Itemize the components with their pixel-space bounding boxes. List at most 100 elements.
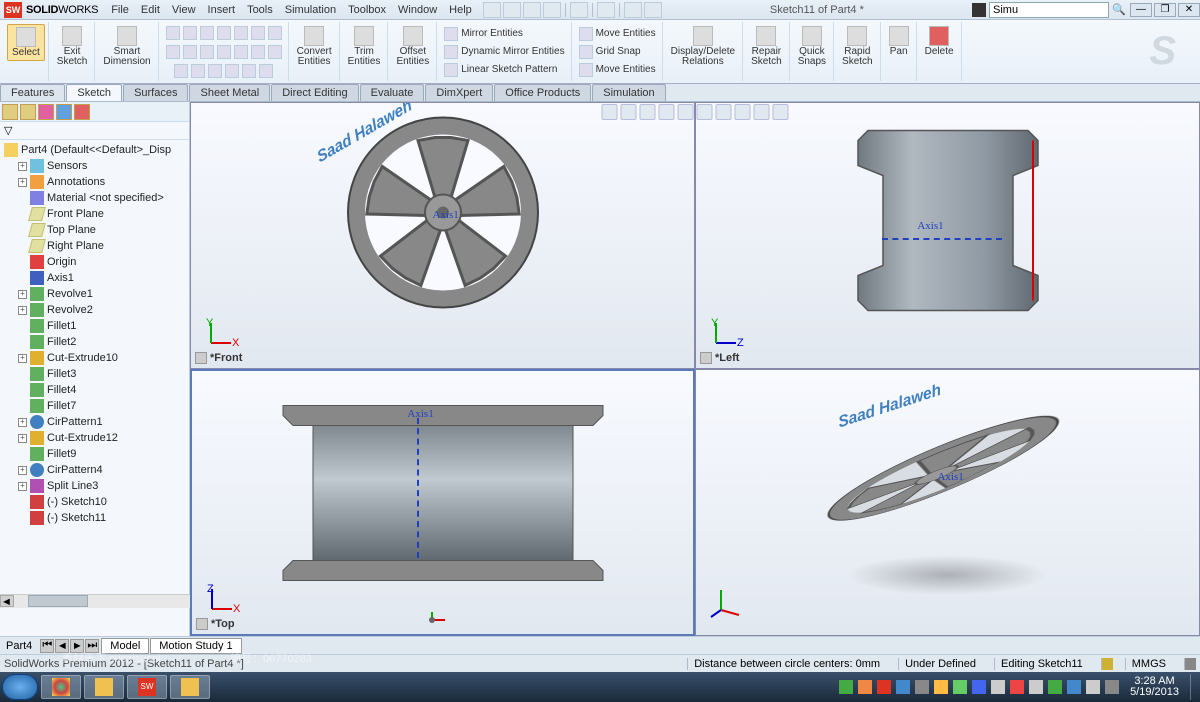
circle-icon[interactable] (183, 26, 197, 40)
slot-icon[interactable] (234, 26, 248, 40)
tray-icon[interactable] (877, 680, 891, 694)
task-music[interactable] (170, 675, 210, 699)
tray-battery-icon[interactable] (1086, 680, 1100, 694)
tree-sensors[interactable]: +Sensors (0, 158, 189, 174)
tray-icon[interactable] (991, 680, 1005, 694)
tab-sketch[interactable]: Sketch (66, 84, 122, 101)
scene-icon[interactable] (754, 104, 770, 120)
display-relations-button[interactable]: Display/Delete Relations (667, 24, 739, 69)
tree-sketch11[interactable]: (-) Sketch11 (0, 510, 189, 526)
spline-icon[interactable] (166, 45, 180, 59)
tree-origin[interactable]: Origin (0, 254, 189, 270)
tray-icon[interactable] (858, 680, 872, 694)
tray-bluetooth-icon[interactable] (1067, 680, 1081, 694)
partial-icon[interactable] (225, 64, 239, 78)
repair-sketch-button[interactable]: Repair Sketch (747, 24, 786, 69)
menu-window[interactable]: Window (393, 2, 442, 18)
tree-cut12[interactable]: +Cut-Extrude12 (0, 430, 189, 446)
display-icon[interactable] (697, 104, 713, 120)
tree-right-plane[interactable]: Right Plane (0, 238, 189, 254)
delete-button[interactable]: Delete (921, 24, 958, 59)
start-button[interactable] (2, 674, 38, 700)
options-icon[interactable] (644, 2, 662, 18)
picture-icon[interactable] (259, 64, 273, 78)
first-icon[interactable]: ⏮ (40, 639, 54, 653)
line-icon[interactable] (166, 26, 180, 40)
tree-fillet7[interactable]: Fillet7 (0, 398, 189, 414)
tree-front-plane[interactable]: Front Plane (0, 206, 189, 222)
show-desktop-button[interactable] (1190, 674, 1198, 700)
task-sw[interactable]: SW (127, 675, 167, 699)
tree-cir4[interactable]: +CirPattern4 (0, 462, 189, 478)
tree-material[interactable]: Material <not specified> (0, 190, 189, 206)
grid-snap-button[interactable]: Grid Snap (579, 44, 641, 59)
close-button[interactable]: ✕ (1178, 3, 1200, 17)
tray-action-icon[interactable] (1105, 680, 1119, 694)
quick-snaps-button[interactable]: Quick Snaps (794, 24, 830, 69)
tab-direct[interactable]: Direct Editing (271, 84, 358, 101)
scroll-left-icon[interactable]: ◄ (0, 595, 14, 607)
tab-office[interactable]: Office Products (494, 84, 591, 101)
status-warn-icon[interactable] (1101, 658, 1113, 670)
menu-edit[interactable]: Edit (136, 2, 165, 18)
open-icon[interactable] (503, 2, 521, 18)
tree-axis1[interactable]: Axis1 (0, 270, 189, 286)
tray-icon[interactable] (915, 680, 929, 694)
tab-dimxpert[interactable]: DimXpert (425, 84, 493, 101)
minimize-button[interactable]: — (1130, 3, 1152, 17)
tree-cut10[interactable]: +Cut-Extrude10 (0, 350, 189, 366)
tray-icon[interactable] (953, 680, 967, 694)
chamfer-icon[interactable] (251, 45, 265, 59)
tray-network-icon[interactable] (1048, 680, 1062, 694)
point-icon[interactable] (251, 26, 265, 40)
zoom-fit-icon[interactable] (602, 104, 618, 120)
tree-sketch10[interactable]: (-) Sketch10 (0, 494, 189, 510)
search-input[interactable] (989, 2, 1109, 18)
maximize-button[interactable]: ❐ (1154, 3, 1176, 17)
save-icon[interactable] (523, 2, 541, 18)
rapid-sketch-button[interactable]: Rapid Sketch (838, 24, 877, 69)
center-icon[interactable] (191, 64, 205, 78)
menu-file[interactable]: File (106, 2, 134, 18)
trim-entities-button[interactable]: Trim Entities (344, 24, 385, 69)
parabola-icon[interactable] (208, 64, 222, 78)
more-icon[interactable] (268, 45, 282, 59)
task-folder[interactable] (84, 675, 124, 699)
viewport-front[interactable]: Saad Halaweh (190, 102, 695, 369)
pan-button[interactable]: Pan (885, 24, 913, 59)
menu-help[interactable]: Help (444, 2, 477, 18)
viewport-iso[interactable]: Saad Halaweh (695, 369, 1200, 636)
select-icon[interactable] (597, 2, 615, 18)
tree-fillet9[interactable]: Fillet9 (0, 446, 189, 462)
tab-features[interactable]: Features (0, 84, 65, 101)
settings-icon[interactable] (773, 104, 789, 120)
tray-icon[interactable] (934, 680, 948, 694)
eq-icon[interactable] (174, 64, 188, 78)
tree-revolve1[interactable]: +Revolve1 (0, 286, 189, 302)
tree-fillet2[interactable]: Fillet2 (0, 334, 189, 350)
mirror-entities-button[interactable]: Mirror Entities (444, 26, 523, 41)
menu-toolbox[interactable]: Toolbox (343, 2, 391, 18)
select-tool[interactable]: Select (7, 24, 45, 61)
new-icon[interactable] (483, 2, 501, 18)
appear-icon[interactable] (735, 104, 751, 120)
fm-tab1-icon[interactable] (2, 104, 18, 120)
fm-tab3-icon[interactable] (38, 104, 54, 120)
ellipse-icon[interactable] (183, 45, 197, 59)
viewport-top[interactable]: Axis1 XZ *Top (190, 369, 695, 636)
tree-annotations[interactable]: +Annotations (0, 174, 189, 190)
tree-revolve2[interactable]: +Revolve2 (0, 302, 189, 318)
tab-sheetmetal[interactable]: Sheet Metal (189, 84, 270, 101)
orient-icon[interactable] (678, 104, 694, 120)
plane-icon[interactable] (234, 45, 248, 59)
tree-top-plane[interactable]: Top Plane (0, 222, 189, 238)
offset-entities-button[interactable]: Offset Entities (392, 24, 433, 69)
fm-tab4-icon[interactable] (56, 104, 72, 120)
exit-sketch-button[interactable]: Exit Sketch (53, 24, 92, 69)
task-chrome[interactable] (41, 675, 81, 699)
move-entities2-button[interactable]: Move Entities (579, 62, 656, 77)
section-icon[interactable] (659, 104, 675, 120)
tray-icon[interactable] (896, 680, 910, 694)
motion-tab[interactable]: Motion Study 1 (150, 638, 241, 654)
print-icon[interactable] (543, 2, 561, 18)
